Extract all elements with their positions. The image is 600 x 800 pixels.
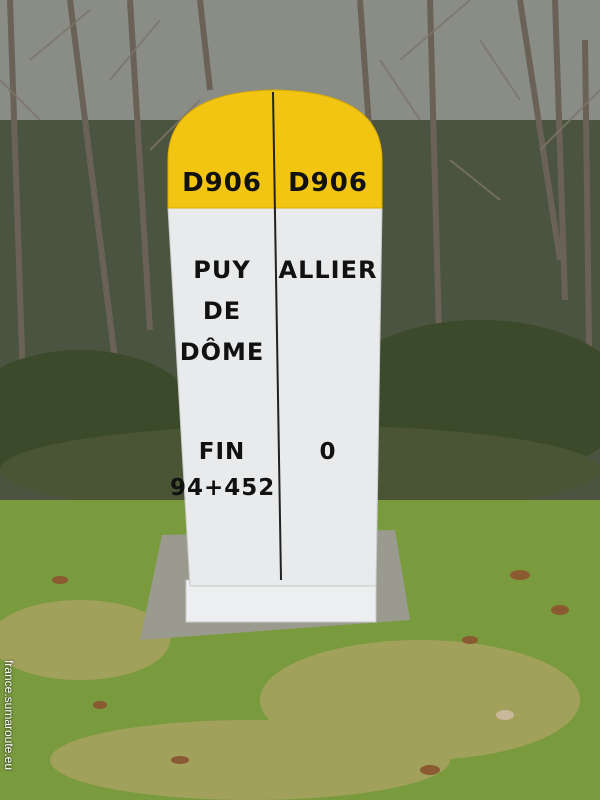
left-department-line: PUY xyxy=(193,256,251,284)
photo-scene xyxy=(0,0,600,800)
left-department-line: DE xyxy=(202,297,242,325)
right-distance: 0 xyxy=(276,434,380,470)
right-department-name: ALLIER xyxy=(276,250,380,291)
watermark-text: france.sumaroute.eu xyxy=(2,659,16,771)
right-road-number: D906 xyxy=(288,168,368,198)
watermark: france.sumaroute.eu xyxy=(0,640,18,790)
left-distance-line: 94+452 xyxy=(170,475,276,501)
right-department-line: ALLIER xyxy=(278,256,378,284)
left-department-name: PUY DE DÔME xyxy=(170,250,274,373)
right-distance-line: 0 xyxy=(319,439,337,465)
left-department-line: DÔME xyxy=(179,338,265,366)
left-distance: FIN 94+452 xyxy=(170,434,274,506)
left-distance-line: FIN xyxy=(198,439,246,465)
left-road-number: D906 xyxy=(182,168,262,198)
